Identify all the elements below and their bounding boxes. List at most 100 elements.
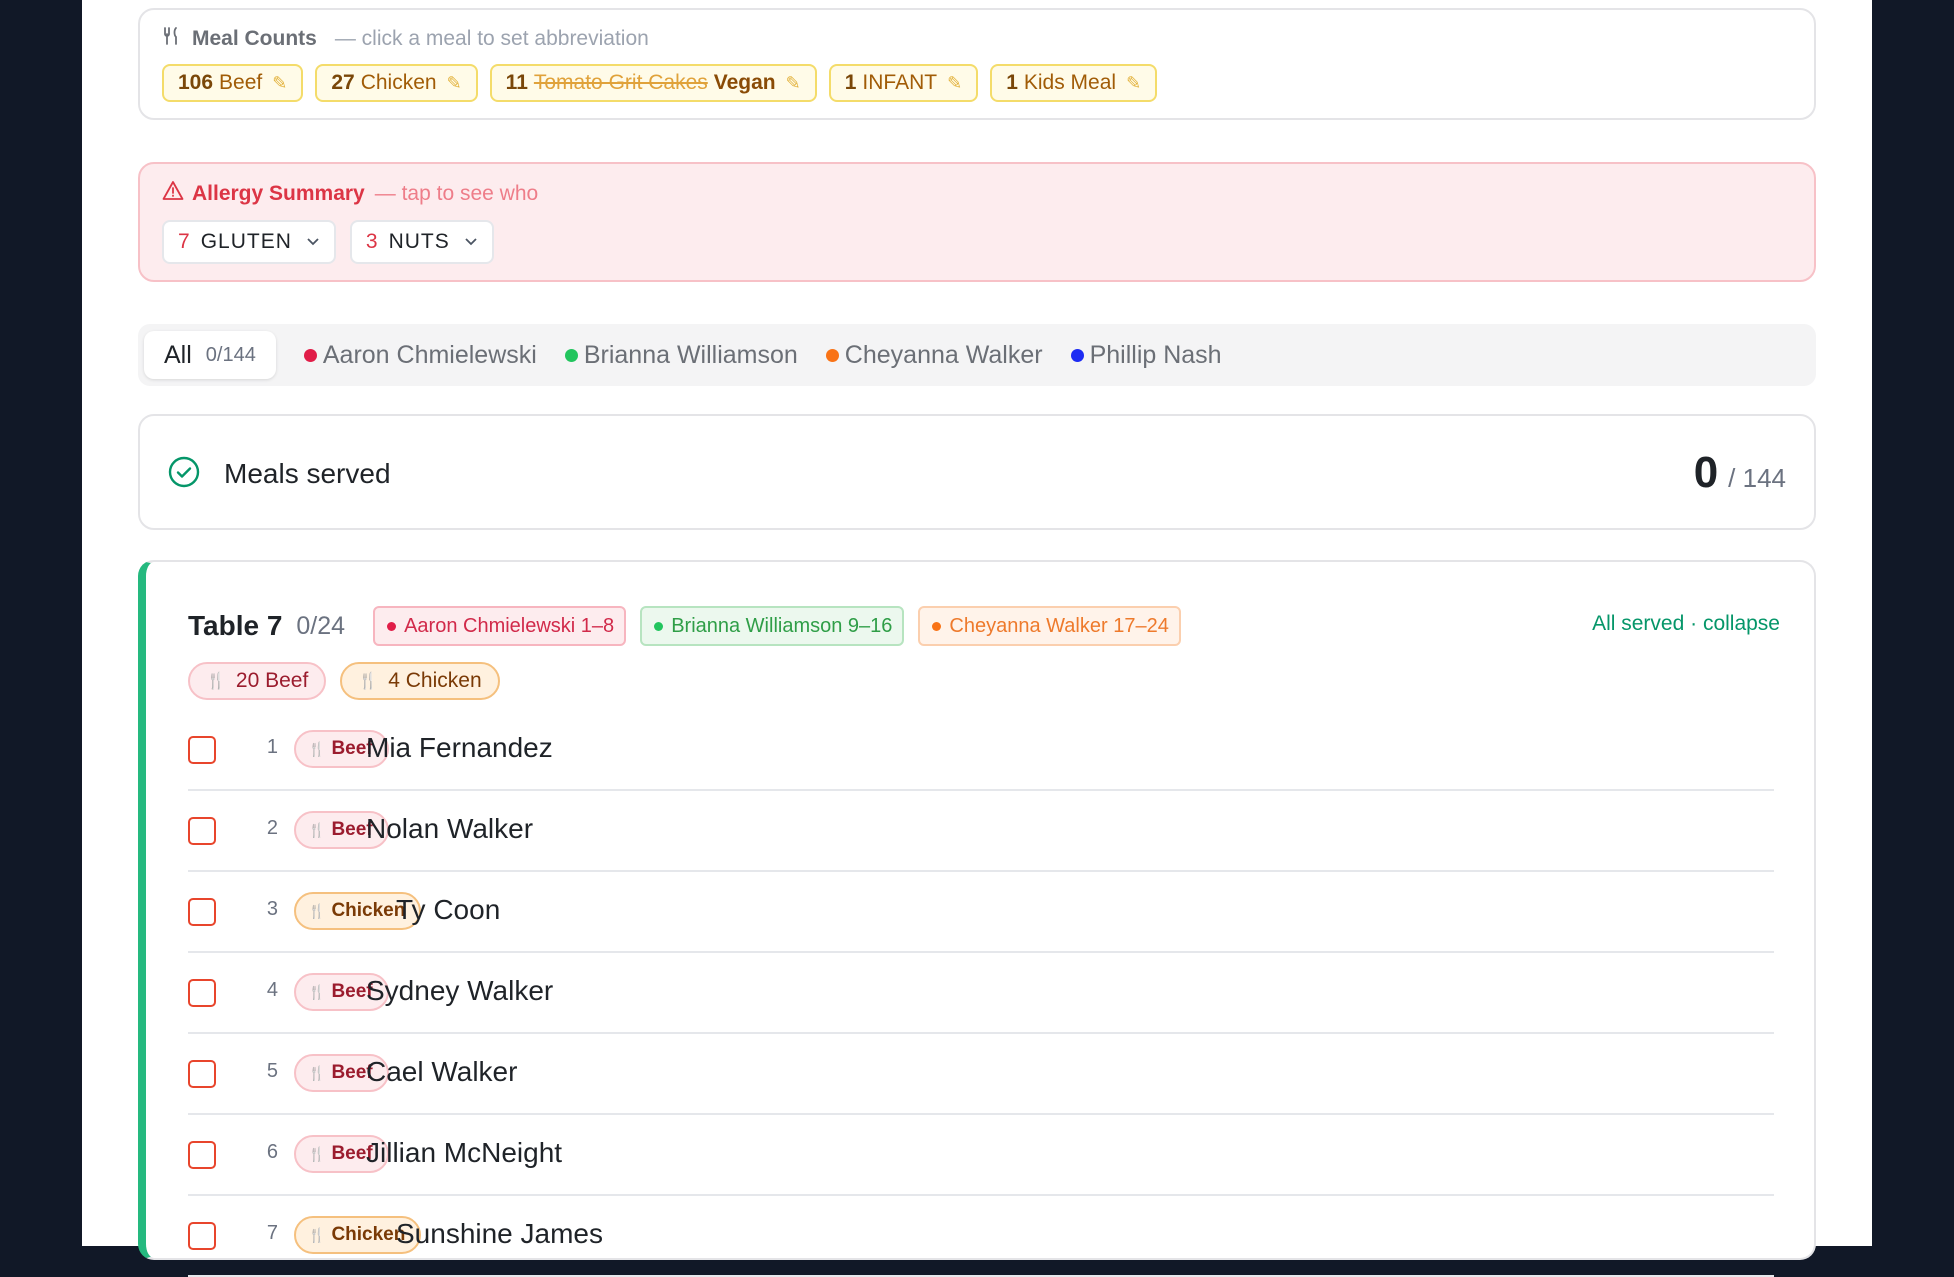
meal-chip-count: 11 bbox=[505, 71, 528, 94]
table-server-label: Cheyanna Walker 17–24 bbox=[949, 614, 1169, 637]
seat-number: 2 bbox=[266, 817, 278, 839]
server-color-dot bbox=[932, 621, 942, 631]
allergy-summary-card: Allergy Summary — tap to see who 7 GLUTE… bbox=[138, 162, 1816, 282]
pencil-icon: ✎ bbox=[947, 72, 963, 93]
served-checkbox[interactable] bbox=[188, 1141, 216, 1169]
meal-chip-count: 1 bbox=[844, 71, 857, 94]
guest-row: 4 🍴 Beef Sydney Walker bbox=[188, 953, 1774, 1034]
fork-knife-icon: 🍴 bbox=[308, 821, 326, 838]
pencil-icon: ✎ bbox=[785, 72, 801, 93]
guest-row: 6 🍴 Beef Jillian McNeight bbox=[188, 1115, 1774, 1196]
guest-meal-label: Chicken bbox=[331, 900, 406, 921]
meal-chip-label: Chicken bbox=[360, 71, 437, 94]
meal-chip-count: 1 bbox=[1006, 71, 1018, 94]
server-color-dot bbox=[387, 621, 397, 631]
fork-knife-icon bbox=[162, 26, 182, 52]
guest-name: Jillian McNeight bbox=[366, 1137, 563, 1168]
tab-all-label: All bbox=[164, 340, 192, 369]
meal-chip-label: Vegan bbox=[713, 71, 776, 94]
seat-number: 5 bbox=[266, 1060, 278, 1082]
table-server-chip: Aaron Chmielewski 1–8 bbox=[373, 606, 627, 646]
guest-row: 5 🍴 Beef Cael Walker bbox=[188, 1034, 1774, 1115]
main-page: Meal Counts — click a meal to set abbrev… bbox=[82, 0, 1872, 1277]
chevron-down-icon bbox=[306, 234, 320, 250]
meal-counts-card: Meal Counts — click a meal to set abbrev… bbox=[138, 8, 1816, 120]
meals-served-card: Meals served 0 / 144 bbox=[138, 414, 1816, 530]
meal-chip-count: 106 bbox=[178, 71, 214, 94]
table-meal-total-chicken: 🍴 4 Chicken bbox=[340, 662, 500, 700]
seat-number: 7 bbox=[266, 1222, 278, 1244]
pencil-icon: ✎ bbox=[1126, 72, 1142, 93]
server-filter-tabs: All 0/144 Aaron Chmielewski Brianna Will… bbox=[138, 324, 1816, 386]
tab-server-name: Aaron Chmielewski bbox=[322, 340, 537, 369]
server-color-dot bbox=[825, 348, 839, 362]
allergy-label: GLUTEN bbox=[200, 230, 292, 253]
tab-server-cheyanna[interactable]: Cheyanna Walker bbox=[825, 341, 1043, 370]
warning-icon bbox=[162, 180, 184, 208]
served-checkbox[interactable] bbox=[188, 736, 216, 764]
table-header: Table 7 0/24 Aaron Chmielewski 1–8 Brian… bbox=[188, 606, 1181, 646]
tab-server-name: Phillip Nash bbox=[1089, 340, 1222, 369]
meal-chip-original-name: Tomato Grit Cakes bbox=[533, 71, 708, 94]
meal-chip-infant[interactable]: 1 INFANT ✎ bbox=[828, 64, 979, 102]
guest-name: Ty Coon bbox=[396, 894, 501, 925]
meal-chip-label: INFANT bbox=[862, 71, 938, 94]
allergy-chip-list: 7 GLUTEN 3 NUTS bbox=[162, 220, 494, 264]
tab-server-brianna[interactable]: Brianna Williamson bbox=[564, 340, 798, 370]
served-number: 0 bbox=[1693, 448, 1719, 497]
table-server-label: Aaron Chmielewski 1–8 bbox=[404, 614, 615, 637]
chevron-down-icon bbox=[464, 234, 478, 250]
pencil-icon: ✎ bbox=[272, 72, 288, 93]
meal-chip-label: Beef bbox=[219, 71, 263, 94]
meal-chip-chicken[interactable]: 27 Chicken ✎ bbox=[315, 64, 478, 102]
meal-counts-title: Meal Counts bbox=[192, 27, 317, 50]
meal-chip-kids[interactable]: 1 Kids Meal ✎ bbox=[990, 64, 1158, 102]
fork-knife-icon: 🍴 bbox=[308, 1145, 326, 1162]
allergy-count: 7 bbox=[178, 230, 191, 253]
allergy-subtitle: — tap to see who bbox=[374, 182, 539, 205]
guest-name: Mia Fernandez bbox=[366, 732, 553, 763]
fork-knife-icon: 🍴 bbox=[308, 740, 326, 757]
guest-row: 3 🍴 Chicken Ty Coon bbox=[188, 872, 1774, 953]
allergy-chip-gluten[interactable]: 7 GLUTEN bbox=[162, 220, 336, 264]
meal-chip-beef[interactable]: 106 Beef ✎ bbox=[162, 64, 304, 102]
meal-chip-vegan[interactable]: 11 Tomato Grit Cakes Vegan ✎ bbox=[489, 64, 817, 102]
pencil-icon: ✎ bbox=[446, 72, 462, 93]
served-checkbox[interactable] bbox=[188, 817, 216, 845]
served-checkbox[interactable] bbox=[188, 979, 216, 1007]
fork-knife-icon: 🍴 bbox=[206, 673, 226, 690]
table-server-chip: Brianna Williamson 9–16 bbox=[640, 606, 905, 646]
tab-server-name: Brianna Williamson bbox=[583, 340, 798, 369]
allergy-header: Allergy Summary — tap to see who bbox=[162, 180, 538, 208]
fork-knife-icon: 🍴 bbox=[358, 673, 379, 690]
tab-server-aaron[interactable]: Aaron Chmielewski bbox=[303, 340, 537, 370]
seat-number: 6 bbox=[266, 1141, 278, 1163]
meal-counts-header: Meal Counts — click a meal to set abbrev… bbox=[162, 26, 649, 52]
guest-row: 1 🍴 Beef Mia Fernandez bbox=[188, 710, 1774, 791]
table-served-count: 0/24 bbox=[296, 611, 346, 640]
server-color-dot bbox=[654, 621, 664, 631]
meal-chip-list: 106 Beef ✎ 27 Chicken ✎ 11 Tomato Grit C… bbox=[162, 64, 1158, 102]
all-served-collapse-link[interactable]: All served · collapse bbox=[1592, 612, 1780, 636]
fork-knife-icon: 🍴 bbox=[308, 1226, 326, 1243]
server-color-dot bbox=[1070, 348, 1084, 362]
server-color-dot bbox=[564, 348, 578, 362]
served-checkbox[interactable] bbox=[188, 898, 216, 926]
allergy-chip-nuts[interactable]: 3 NUTS bbox=[349, 220, 494, 264]
guest-name: Nolan Walker bbox=[366, 813, 534, 844]
guest-row: 2 🍴 Beef Nolan Walker bbox=[188, 791, 1774, 872]
seat-number: 3 bbox=[266, 898, 278, 920]
allergy-title: Allergy Summary bbox=[192, 182, 365, 205]
guest-name: Sunshine James bbox=[396, 1218, 604, 1249]
meals-served-label: Meals served bbox=[224, 458, 391, 489]
tab-server-phillip[interactable]: Phillip Nash bbox=[1070, 340, 1222, 370]
table-server-label: Brianna Williamson 9–16 bbox=[671, 614, 893, 637]
table-title: Table 7 bbox=[188, 610, 283, 641]
guest-name: Cael Walker bbox=[366, 1056, 518, 1087]
tab-all[interactable]: All 0/144 bbox=[144, 331, 276, 379]
served-checkbox[interactable] bbox=[188, 1060, 216, 1088]
guest-list: 1 🍴 Beef Mia Fernandez 2 🍴 Beef Nolan Walk… bbox=[188, 710, 1774, 1277]
guest-name: Sydney Walker bbox=[366, 975, 554, 1006]
meal-counts-subtitle: — click a meal to set abbreviation bbox=[334, 27, 649, 50]
meal-chip-count: 27 bbox=[331, 71, 355, 94]
